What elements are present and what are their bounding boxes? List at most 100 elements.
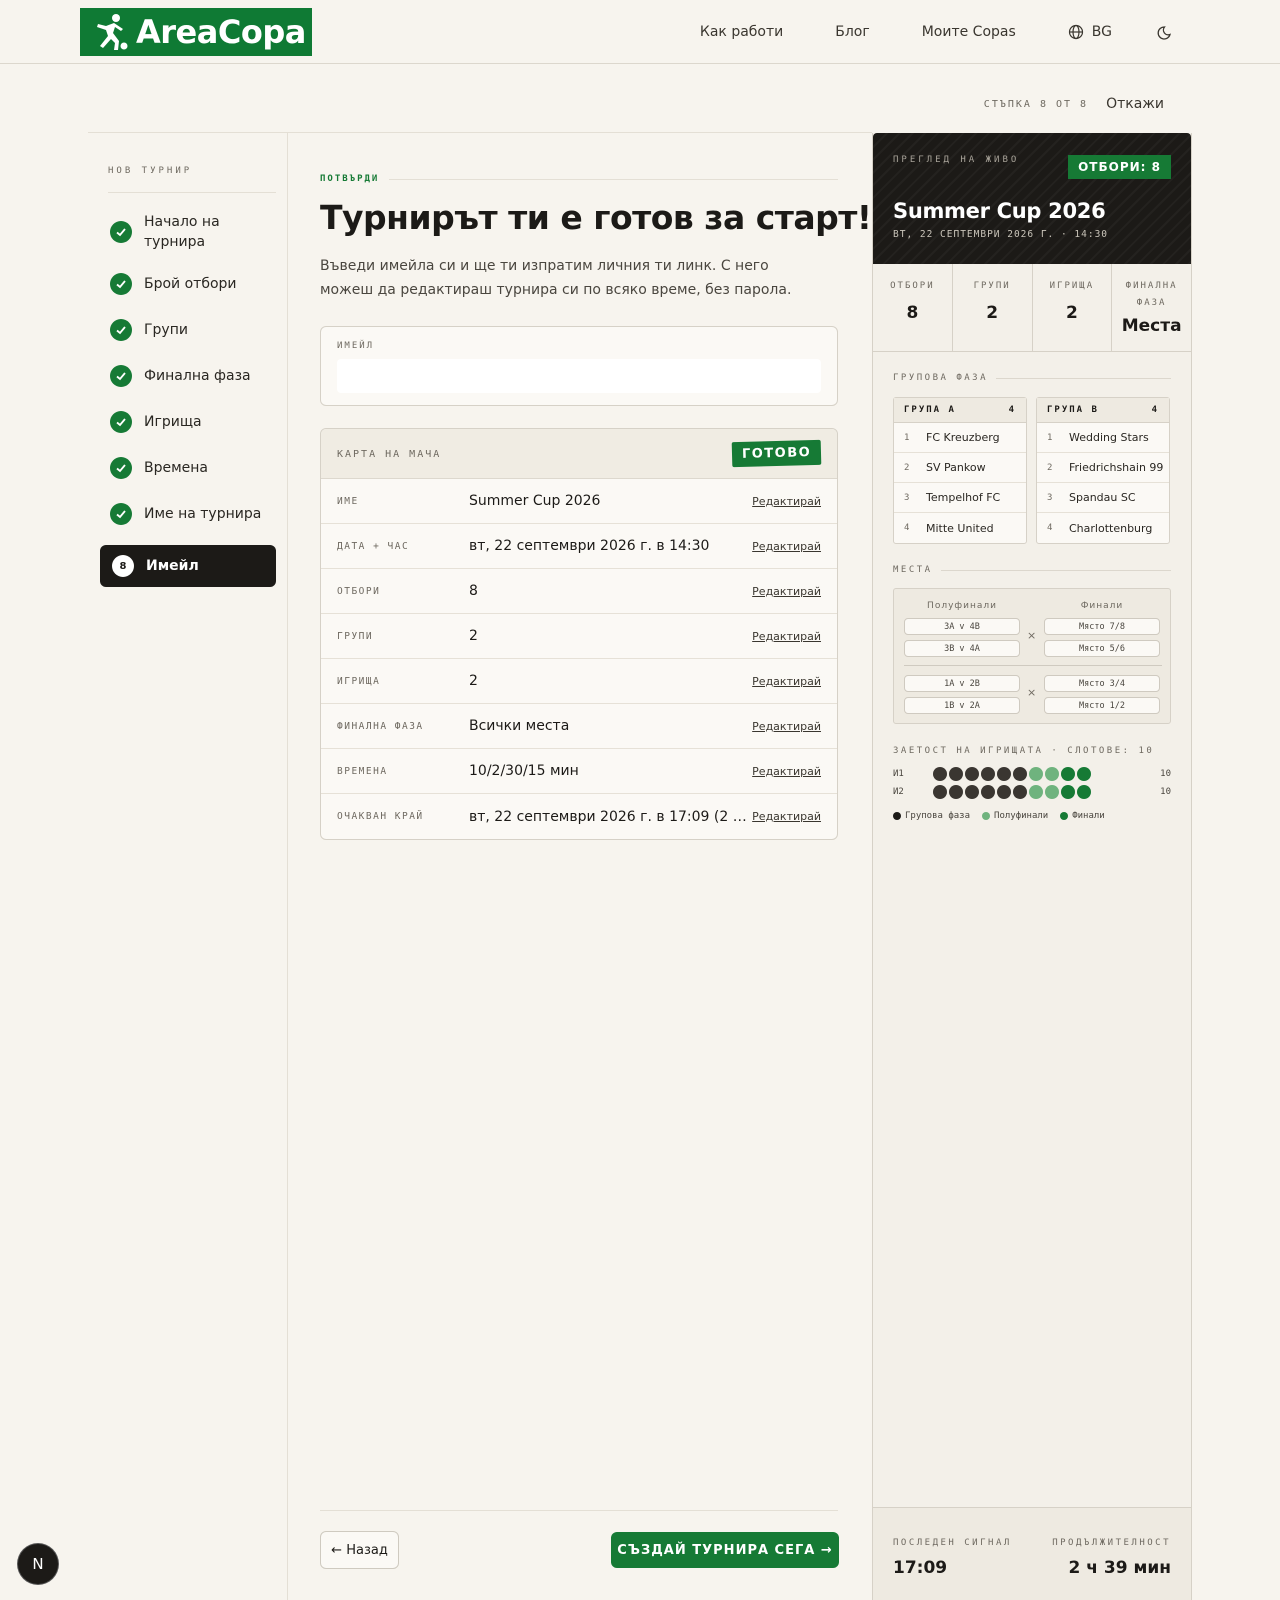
group-team-row: 3 Tempelhof FC bbox=[894, 483, 1026, 513]
match-card-row: ОЧАКВАН КРАЙ вт, 22 септември 2026 г. в 1… bbox=[321, 794, 837, 839]
row-key: ОЧАКВАН КРАЙ bbox=[337, 811, 424, 822]
email-field-box: ИМЕЙЛ bbox=[320, 326, 838, 406]
team-name: Mitte United bbox=[926, 521, 994, 535]
group-header: ГРУПА А 4 bbox=[894, 398, 1026, 423]
divider bbox=[320, 1510, 838, 1511]
edit-link[interactable]: Редактирай bbox=[752, 720, 821, 733]
slot-count: 10 bbox=[1160, 787, 1171, 797]
row-value: 2 bbox=[469, 628, 478, 644]
match-card-row: ГРУПИ 2 Редактирай bbox=[321, 614, 837, 659]
pitch-label: И1 bbox=[893, 769, 904, 779]
edit-link[interactable]: Редактирай bbox=[752, 765, 821, 778]
match-card-row: ВРЕМЕНА 10/2/30/15 мин Редактирай bbox=[321, 749, 837, 794]
sidebar-step-label: Име на турнира bbox=[144, 506, 262, 522]
slot-dot bbox=[1045, 785, 1059, 799]
check-icon bbox=[110, 221, 132, 243]
moon-icon[interactable] bbox=[1156, 22, 1176, 42]
edit-link[interactable]: Редактирай bbox=[752, 540, 821, 553]
pitch-label: И2 bbox=[893, 787, 904, 797]
eyebrow: ПОТВЪРДИ bbox=[320, 174, 838, 184]
row-value: вт, 22 септември 2026 г. в 14:30 bbox=[469, 538, 710, 554]
section-label-text: ЗАЕТОСТ НА ИГРИЩАТА · СЛОТОВЕ: 10 bbox=[893, 746, 1155, 756]
dev-tools-badge[interactable]: N bbox=[18, 1544, 58, 1584]
occupancy-legend: Групова фаза Полуфинали Финали bbox=[893, 811, 1105, 821]
edit-link[interactable]: Редактирай bbox=[752, 810, 821, 823]
back-button[interactable]: ← Назад bbox=[320, 1531, 399, 1569]
sidebar-step-pitches[interactable]: Игрища bbox=[100, 408, 276, 436]
slot-dot bbox=[949, 785, 963, 799]
sidebar-step-label: Времена bbox=[144, 460, 209, 476]
preview-date: ВТ, 22 СЕПТЕМВРИ 2026 Г. · 14:30 bbox=[893, 229, 1109, 240]
check-icon bbox=[110, 319, 132, 341]
logo[interactable]: AreaCopa bbox=[80, 8, 312, 56]
edit-link[interactable]: Редактирай bbox=[752, 585, 821, 598]
slot-dot bbox=[965, 767, 979, 781]
stat-teams: ОТБОРИ 8 bbox=[873, 264, 953, 351]
row-value: 2 bbox=[469, 673, 478, 689]
sidebar-step-final-phase[interactable]: Финална фаза bbox=[100, 362, 276, 390]
stat-label: ОТБОРИ bbox=[890, 281, 935, 291]
slot-dot bbox=[1013, 785, 1027, 799]
page-description: Въведи имейла си и ще ти изпратим личния… bbox=[320, 258, 792, 298]
final-match: Място 1/2 bbox=[1044, 697, 1160, 714]
last-signal-value: 17:09 bbox=[893, 1558, 948, 1578]
edit-link[interactable]: Редактирай bbox=[752, 675, 821, 688]
group-name: ГРУПА А bbox=[904, 405, 956, 415]
main-nav: Как работи Блог Моите Copas BG bbox=[700, 0, 1184, 64]
bracket: Полуфинали Финали 3A v 4B 3B v 4A × Мяст… bbox=[893, 588, 1171, 724]
semi-match: 3A v 4B bbox=[904, 618, 1020, 635]
nav-blog[interactable]: Блог bbox=[835, 24, 869, 40]
stat-value: 8 bbox=[906, 303, 919, 323]
row-value: Summer Cup 2026 bbox=[469, 493, 601, 509]
language-code: BG bbox=[1091, 24, 1112, 40]
sidebar-step-label: Брой отбори bbox=[144, 276, 237, 292]
legend-label: Групова фаза bbox=[905, 811, 971, 821]
slot-dot bbox=[933, 785, 947, 799]
group-count: 4 bbox=[1008, 405, 1016, 415]
team-position: 1 bbox=[904, 432, 910, 443]
row-key: ИМЕ bbox=[337, 495, 359, 507]
row-key: ОТБОРИ bbox=[337, 585, 381, 597]
team-position: 1 bbox=[1047, 432, 1053, 443]
sidebar-step-teams[interactable]: Брой отбори bbox=[100, 270, 276, 298]
final-match: Място 3/4 bbox=[1044, 675, 1160, 692]
cancel-link[interactable]: Откажи bbox=[1106, 96, 1164, 112]
soccer-player-icon bbox=[97, 14, 128, 50]
nav-how-it-works[interactable]: Как работи bbox=[700, 24, 783, 40]
places-label: МЕСТА bbox=[893, 565, 1171, 575]
teams-stamp: ОТБОРИ: 8 bbox=[1068, 155, 1171, 179]
sidebar-title: НОВ ТУРНИР bbox=[108, 166, 193, 176]
team-name: FC Kreuzberg bbox=[926, 431, 1000, 444]
slot-dot bbox=[1077, 785, 1091, 799]
sidebar-step-name[interactable]: Име на турнира bbox=[100, 500, 276, 528]
finals-label: Финали bbox=[1080, 601, 1124, 611]
sidebar-step-times[interactable]: Времена bbox=[100, 454, 276, 482]
slot-dot bbox=[1061, 767, 1075, 781]
semis-label: Полуфинали bbox=[927, 601, 997, 611]
language-switcher[interactable]: BG bbox=[1068, 24, 1112, 40]
create-tournament-button[interactable]: СЪЗДАЙ ТУРНИРА СЕГА → bbox=[611, 1532, 839, 1568]
sidebar-step-email[interactable]: 8 Имейл bbox=[100, 545, 276, 587]
pitch-1-occupancy: И1 10 bbox=[893, 767, 1171, 781]
nav-my-copas[interactable]: Моите Copas bbox=[922, 24, 1016, 40]
sidebar-step-label: Начало на турнира bbox=[144, 214, 220, 250]
sidebar-step-start[interactable]: Начало на турнира bbox=[100, 210, 276, 254]
email-input[interactable] bbox=[337, 359, 821, 393]
step-number: 8 bbox=[112, 555, 134, 577]
row-value: 8 bbox=[469, 583, 478, 599]
team-position: 3 bbox=[904, 492, 910, 503]
sidebar-step-groups[interactable]: Групи bbox=[100, 316, 276, 344]
live-preview-panel: ПРЕГЛЕД НА ЖИВО ОТБОРИ: 8 Summer Cup 202… bbox=[872, 133, 1192, 1600]
group-team-row: 1 FC Kreuzberg bbox=[894, 423, 1026, 453]
group-b-table: ГРУПА В 4 1 Wedding Stars 2 Friedrichshain 99… bbox=[1036, 397, 1170, 544]
edit-link[interactable]: Редактирай bbox=[752, 630, 821, 643]
step-counter: СТЪПКА 8 ОТ 8 bbox=[983, 98, 1089, 110]
group-name: ГРУПА В bbox=[1047, 405, 1099, 415]
row-value: вт, 22 септември 2026 г. в 17:09 (2 ч 39… bbox=[469, 808, 753, 825]
check-icon bbox=[110, 411, 132, 433]
sidebar-step-label: Финална фаза bbox=[144, 368, 251, 384]
match-card-row: ДАТА + ЧАС вт, 22 септември 2026 г. в 14:… bbox=[321, 524, 837, 569]
edit-link[interactable]: Редактирай bbox=[752, 495, 821, 508]
sidebar-step-label: Имейл bbox=[146, 558, 199, 574]
row-key: ВРЕМЕНА bbox=[337, 765, 388, 777]
